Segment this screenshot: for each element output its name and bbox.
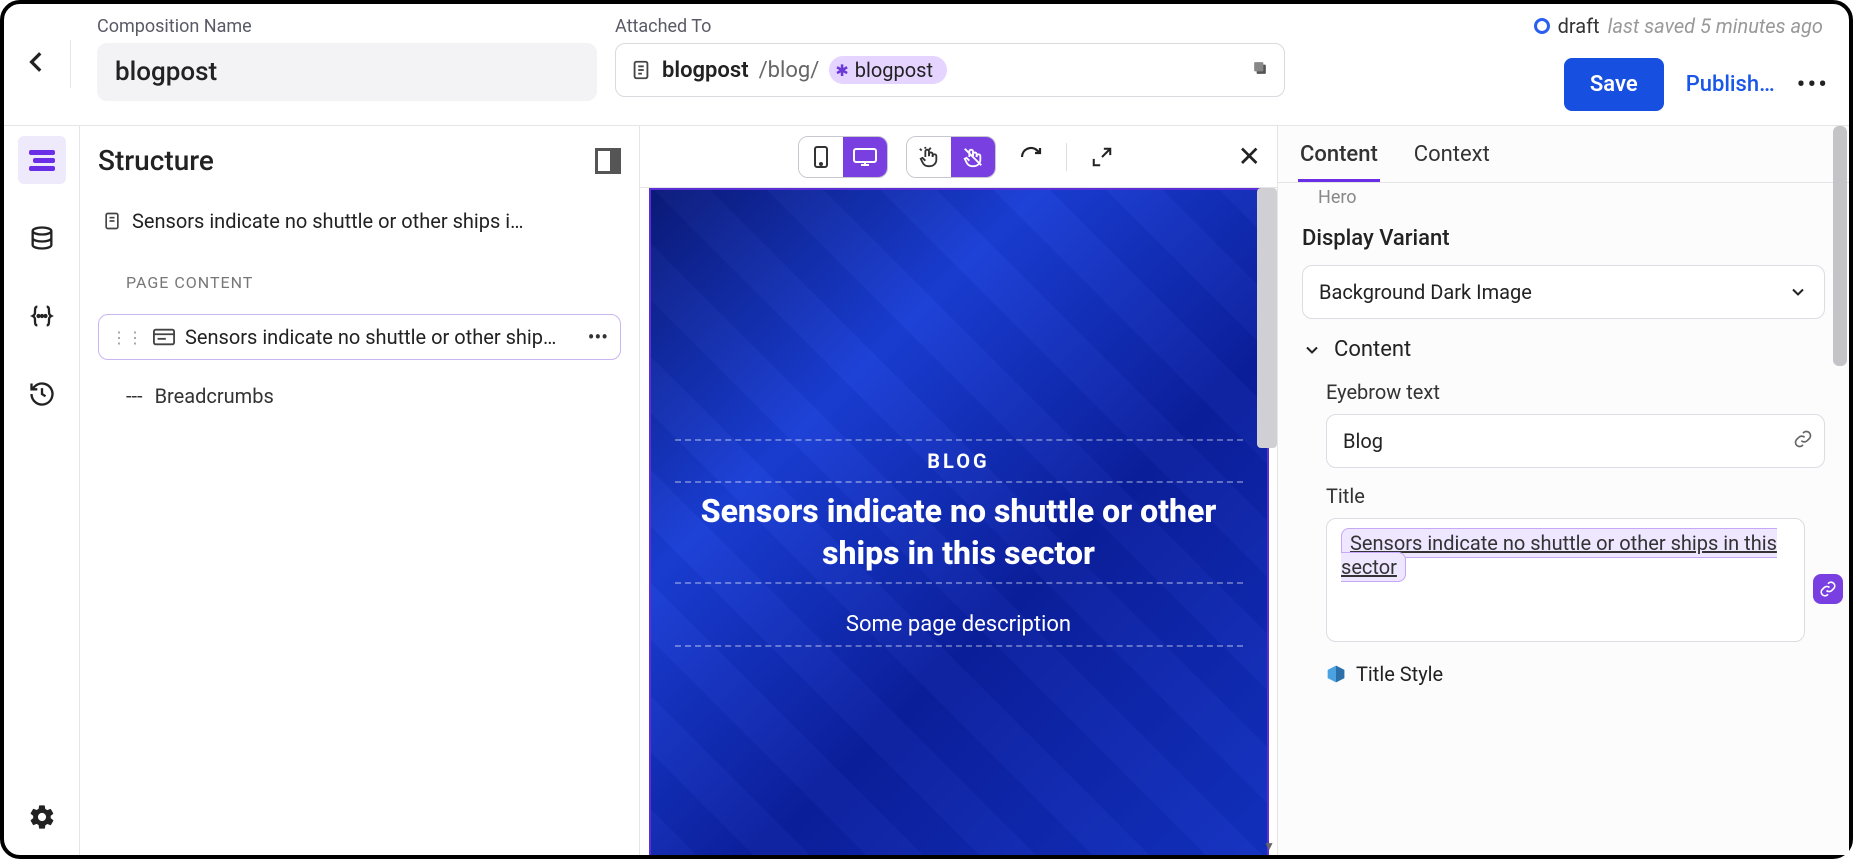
eyebrow-field: Eyebrow text <box>1278 372 1849 476</box>
toolbar-divider <box>1066 143 1067 171</box>
back-button[interactable] <box>16 40 71 88</box>
display-variant-value: Background Dark Image <box>1319 280 1532 304</box>
attached-path: /blog/ <box>759 58 820 83</box>
tree-root-item[interactable]: Sensors indicate no shuttle or other shi… <box>98 203 621 239</box>
rail-code-icon[interactable] <box>18 292 66 340</box>
eyebrow-input[interactable] <box>1326 414 1825 468</box>
style-icon <box>1326 664 1346 684</box>
tree-selected-item[interactable]: ⋮⋮ Sensors indicate no shuttle or other … <box>98 314 621 360</box>
item-more-icon[interactable]: ••• <box>588 325 608 349</box>
display-variant-label: Display Variant <box>1302 226 1825 251</box>
close-icon[interactable]: ✕ <box>1238 140 1261 173</box>
structure-panel: Structure Sensors indicate no shuttle or… <box>80 126 640 855</box>
component-icon <box>153 328 175 346</box>
tab-context[interactable]: Context <box>1412 136 1492 182</box>
display-variant-select[interactable]: Background Dark Image <box>1302 265 1825 319</box>
canvas-toolbar: ✕ <box>640 126 1277 188</box>
topbar: Composition Name Attached To blogpost /b… <box>4 4 1849 126</box>
title-textarea[interactable]: Sensors indicate no shuttle or other shi… <box>1326 518 1805 642</box>
canvas: ✕ BLOG Sensors indicate no shuttle or ot… <box>640 126 1277 855</box>
attached-to-block: Attached To blogpost /blog/ ✱ blogpost <box>615 16 1285 97</box>
last-saved-text: last saved 5 minutes ago <box>1608 14 1823 38</box>
interact-on-button[interactable] <box>907 137 951 177</box>
tree-selected-label: Sensors indicate no shuttle or other shi… <box>185 325 556 349</box>
preview-frame[interactable]: BLOG Sensors indicate no shuttle or othe… <box>649 188 1269 855</box>
right-breadcrumb: Hero <box>1278 183 1849 208</box>
preview-eyebrow: BLOG <box>927 449 989 473</box>
title-style-row[interactable]: Title Style <box>1278 650 1849 686</box>
canvas-scrollbar[interactable] <box>1257 188 1277 448</box>
asterisk-icon: ✱ <box>835 61 848 80</box>
document-icon <box>630 59 652 81</box>
interaction-segment <box>906 136 996 178</box>
right-scrollbar[interactable] <box>1833 126 1849 855</box>
rail-history-icon[interactable] <box>18 370 66 418</box>
save-button[interactable]: Save <box>1564 58 1664 111</box>
eyebrow-label: Eyebrow text <box>1326 380 1825 404</box>
tab-content[interactable]: Content <box>1298 136 1380 182</box>
attached-to-label: Attached To <box>615 16 1285 37</box>
mobile-viewport-button[interactable] <box>799 137 843 177</box>
drag-handle-icon[interactable]: ⋮⋮ <box>111 328 143 347</box>
right-panel: Content Context Hero Display Variant Bac… <box>1277 126 1849 855</box>
desktop-viewport-button[interactable] <box>843 137 887 177</box>
chevron-down-icon <box>1302 340 1322 360</box>
preview-title: Sensors indicate no shuttle or other shi… <box>675 491 1243 574</box>
rail-structure-icon[interactable] <box>18 136 66 184</box>
dashes-icon: --- <box>126 384 143 408</box>
left-rail <box>4 126 80 855</box>
tree-breadcrumbs-item[interactable]: --- Breadcrumbs <box>98 374 621 412</box>
title-field: Title Sensors indicate no shuttle or oth… <box>1278 476 1849 650</box>
canvas-body: BLOG Sensors indicate no shuttle or othe… <box>640 188 1277 855</box>
copy-icon[interactable] <box>1250 58 1270 82</box>
page-icon <box>102 210 122 232</box>
preview-description: Some page description <box>846 612 1071 637</box>
rail-settings-icon[interactable] <box>18 793 66 841</box>
structure-title: Structure <box>98 144 214 177</box>
title-style-label: Title Style <box>1356 662 1443 686</box>
draft-label: draft <box>1558 14 1600 38</box>
tree-root-label: Sensors indicate no shuttle or other shi… <box>132 209 524 233</box>
rail-data-icon[interactable] <box>18 214 66 262</box>
draft-circle-icon <box>1534 18 1550 34</box>
layout-toggle-icon[interactable] <box>595 148 621 174</box>
interact-off-button[interactable] <box>951 137 995 177</box>
breadcrumbs-label: Breadcrumbs <box>155 384 274 408</box>
refresh-icon[interactable] <box>1014 140 1048 174</box>
publish-button[interactable]: Publish… <box>1686 72 1775 97</box>
content-group-label: Content <box>1334 337 1411 362</box>
draft-status: draft last saved 5 minutes ago <box>1534 14 1823 38</box>
more-menu-icon[interactable]: ••• <box>1797 70 1829 100</box>
page-content-label: PAGE CONTENT <box>126 273 621 292</box>
scroll-down-icon[interactable]: ▼ <box>1263 839 1275 853</box>
display-variant-section: Display Variant Background Dark Image <box>1278 208 1849 327</box>
title-label: Title <box>1326 484 1825 508</box>
top-right: draft last saved 5 minutes ago <box>1534 14 1823 38</box>
link-icon[interactable] <box>1793 429 1813 453</box>
composition-name-input[interactable] <box>97 43 597 101</box>
expand-icon[interactable] <box>1085 140 1119 174</box>
right-tabs: Content Context <box>1278 126 1849 183</box>
composition-name-block: Composition Name <box>97 16 597 101</box>
chevron-down-icon <box>1788 282 1808 302</box>
content-group-toggle[interactable]: Content <box>1278 327 1849 372</box>
attached-chip: ✱ blogpost <box>829 56 947 84</box>
attached-to-row[interactable]: blogpost /blog/ ✱ blogpost <box>615 43 1285 97</box>
viewport-segment <box>798 136 888 178</box>
attached-name: blogpost <box>662 58 749 83</box>
composition-name-label: Composition Name <box>97 16 597 37</box>
title-token[interactable]: Sensors indicate no shuttle or other shi… <box>1341 528 1777 582</box>
